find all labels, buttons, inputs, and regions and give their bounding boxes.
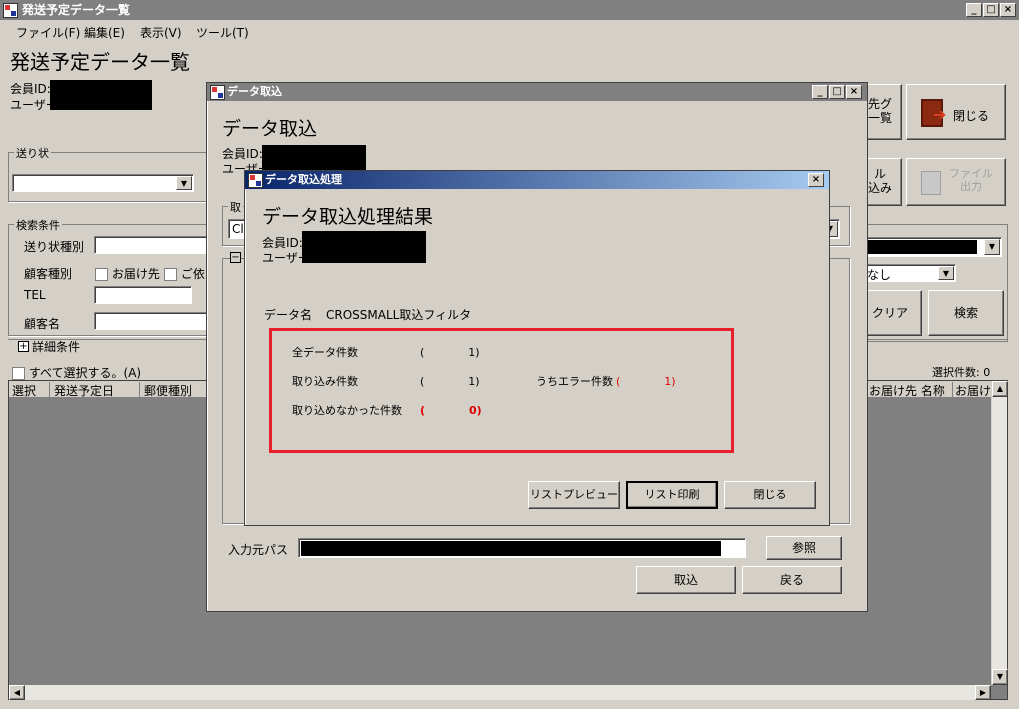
horizontal-scrollbar[interactable]: ◀ ▶ bbox=[9, 685, 991, 700]
app-icon bbox=[210, 85, 225, 100]
result-heading: データ取込処理結果 bbox=[262, 206, 434, 228]
file-output-label: ファイル 出力 bbox=[949, 167, 993, 193]
slip-type-label: 送り状種別 bbox=[24, 240, 85, 254]
exit-arrow-icon: ➔ bbox=[933, 105, 947, 124]
menu-tools[interactable]: ツール(T) bbox=[196, 24, 249, 41]
slip-type-input[interactable] bbox=[94, 236, 208, 254]
grid-col-recipient[interactable]: お届け bbox=[952, 382, 990, 399]
member-id-label: 会員ID: bbox=[10, 82, 51, 96]
app-icon bbox=[3, 3, 18, 18]
result-dialog-title: データ取込処理 bbox=[265, 173, 342, 186]
right-combo-2[interactable]: なし ▼ bbox=[864, 264, 956, 282]
okurijo-combo[interactable]: ▼ bbox=[12, 174, 194, 192]
scroll-right-icon[interactable]: ▶ bbox=[975, 685, 991, 700]
result-close-button[interactable]: × bbox=[808, 173, 824, 187]
import-source-value: Cl bbox=[232, 222, 244, 236]
main-window-title: 発送予定データ一覧 bbox=[22, 3, 131, 17]
chevron-down-icon[interactable]: ▼ bbox=[176, 176, 192, 190]
import-member-redacted bbox=[262, 145, 366, 171]
checkbox-icon[interactable] bbox=[95, 268, 108, 281]
scroll-down-icon[interactable]: ▼ bbox=[992, 669, 1008, 685]
search-condition-label: 検索条件 bbox=[14, 217, 62, 233]
menu-edit[interactable]: 編集(E) bbox=[84, 24, 125, 41]
import-close-button[interactable]: × bbox=[846, 85, 862, 99]
error-count-value: ( 1) bbox=[616, 375, 676, 388]
import-minimize-button[interactable]: _ bbox=[812, 85, 828, 99]
scroll-up-icon[interactable]: ▲ bbox=[992, 381, 1008, 397]
vertical-scrollbar[interactable]: ▲ ▼ bbox=[991, 381, 1008, 685]
menu-view[interactable]: 表示(V) bbox=[140, 24, 182, 41]
error-count-label: うちエラー件数 bbox=[536, 375, 613, 388]
input-path-label: 入力元パス bbox=[228, 543, 289, 557]
main-minimize-button[interactable]: _ bbox=[966, 3, 982, 17]
close-main-label: 閉じる bbox=[953, 109, 990, 123]
page-title: 発送予定データ一覧 bbox=[10, 50, 190, 74]
detail-condition-label: 詳細条件 bbox=[32, 340, 81, 354]
customer-name-label: 顧客名 bbox=[24, 317, 61, 331]
data-name-label: データ名 bbox=[264, 308, 313, 322]
checkbox-icon[interactable] bbox=[12, 367, 25, 380]
customer-type-label: 顧客種別 bbox=[24, 267, 73, 281]
main-close-button[interactable]: × bbox=[1000, 3, 1016, 17]
total-count-value: ( 1) bbox=[420, 346, 480, 359]
irai-checkbox[interactable]: ご依 bbox=[164, 265, 205, 282]
list-print-button[interactable]: リスト印刷 bbox=[626, 481, 718, 509]
right-combo-1[interactable]: ▼ bbox=[864, 237, 1002, 257]
member-info-redacted bbox=[50, 80, 152, 110]
menu-file[interactable]: ファイル(F) bbox=[16, 24, 80, 41]
browse-button[interactable]: 参照 bbox=[766, 536, 842, 560]
app-icon bbox=[248, 173, 263, 188]
import-dialog-title: データ取込 bbox=[227, 85, 282, 98]
import-source-label: 取 bbox=[228, 199, 243, 215]
import-dialog-titlebar: データ取込 bbox=[207, 83, 867, 101]
import-maximize-button[interactable]: □ bbox=[829, 85, 845, 99]
imported-count-label: 取り込み件数 bbox=[292, 375, 358, 388]
imported-count-value: ( 1) bbox=[420, 375, 480, 388]
import-heading: データ取込 bbox=[222, 118, 318, 140]
selected-count: 選択件数: 0 bbox=[932, 366, 991, 379]
checkbox-icon[interactable] bbox=[164, 268, 177, 281]
grid-col-recipient-name[interactable]: お届け先 名称 bbox=[866, 382, 950, 399]
result-dialog-titlebar: データ取込処理 bbox=[245, 171, 829, 189]
main-maximize-button[interactable]: □ bbox=[983, 3, 999, 17]
grid-col-select[interactable]: 選択 bbox=[12, 382, 50, 399]
todokesaki-checkbox[interactable]: お届け先 bbox=[95, 265, 160, 282]
tel-label: TEL bbox=[24, 288, 46, 302]
import-button[interactable]: 取込 bbox=[636, 566, 736, 594]
customer-name-input[interactable] bbox=[94, 312, 208, 330]
right-combo-2-value: なし bbox=[867, 268, 892, 282]
select-all-checkbox[interactable]: すべて選択する。(A) bbox=[12, 364, 141, 381]
search-button[interactable]: 検索 bbox=[928, 290, 1004, 336]
collapse-icon[interactable]: − bbox=[230, 252, 241, 263]
main-titlebar: 発送予定データ一覧 bbox=[0, 0, 1019, 20]
chevron-down-icon[interactable]: ▼ bbox=[984, 239, 1000, 255]
plus-icon[interactable]: + bbox=[18, 341, 29, 352]
file-output-button[interactable]: ファイル 出力 bbox=[906, 158, 1006, 206]
back-button[interactable]: 戻る bbox=[742, 566, 842, 594]
not-imported-count-label: 取り込めなかった件数 bbox=[292, 404, 402, 417]
result-close-dialog-button[interactable]: 閉じる bbox=[724, 481, 816, 509]
result-member-redacted bbox=[302, 231, 426, 263]
chevron-down-icon[interactable]: ▼ bbox=[938, 266, 954, 280]
file-output-icon bbox=[921, 171, 941, 195]
tel-input[interactable] bbox=[94, 286, 192, 304]
input-path-field[interactable] bbox=[298, 538, 746, 558]
grid-col-mail-type[interactable]: 郵便種別 bbox=[144, 382, 208, 399]
right-combo-redacted bbox=[867, 240, 977, 254]
not-imported-count-value: ( 0) bbox=[420, 404, 482, 417]
okurijo-group-label: 送り状 bbox=[14, 145, 51, 161]
list-preview-button[interactable]: リストプレビュー bbox=[528, 481, 620, 509]
grid-col-date[interactable]: 発送予定日 bbox=[54, 382, 140, 399]
scroll-left-icon[interactable]: ◀ bbox=[9, 685, 25, 700]
close-main-button[interactable]: ➔ 閉じる bbox=[906, 84, 1006, 140]
input-path-redacted bbox=[301, 541, 721, 556]
total-count-label: 全データ件数 bbox=[292, 346, 358, 359]
data-name-value: CROSSMALL取込フィルタ bbox=[326, 308, 472, 322]
menu-bar: ファイル(F) 編集(E) 表示(V) ツール(T) bbox=[0, 20, 1019, 42]
